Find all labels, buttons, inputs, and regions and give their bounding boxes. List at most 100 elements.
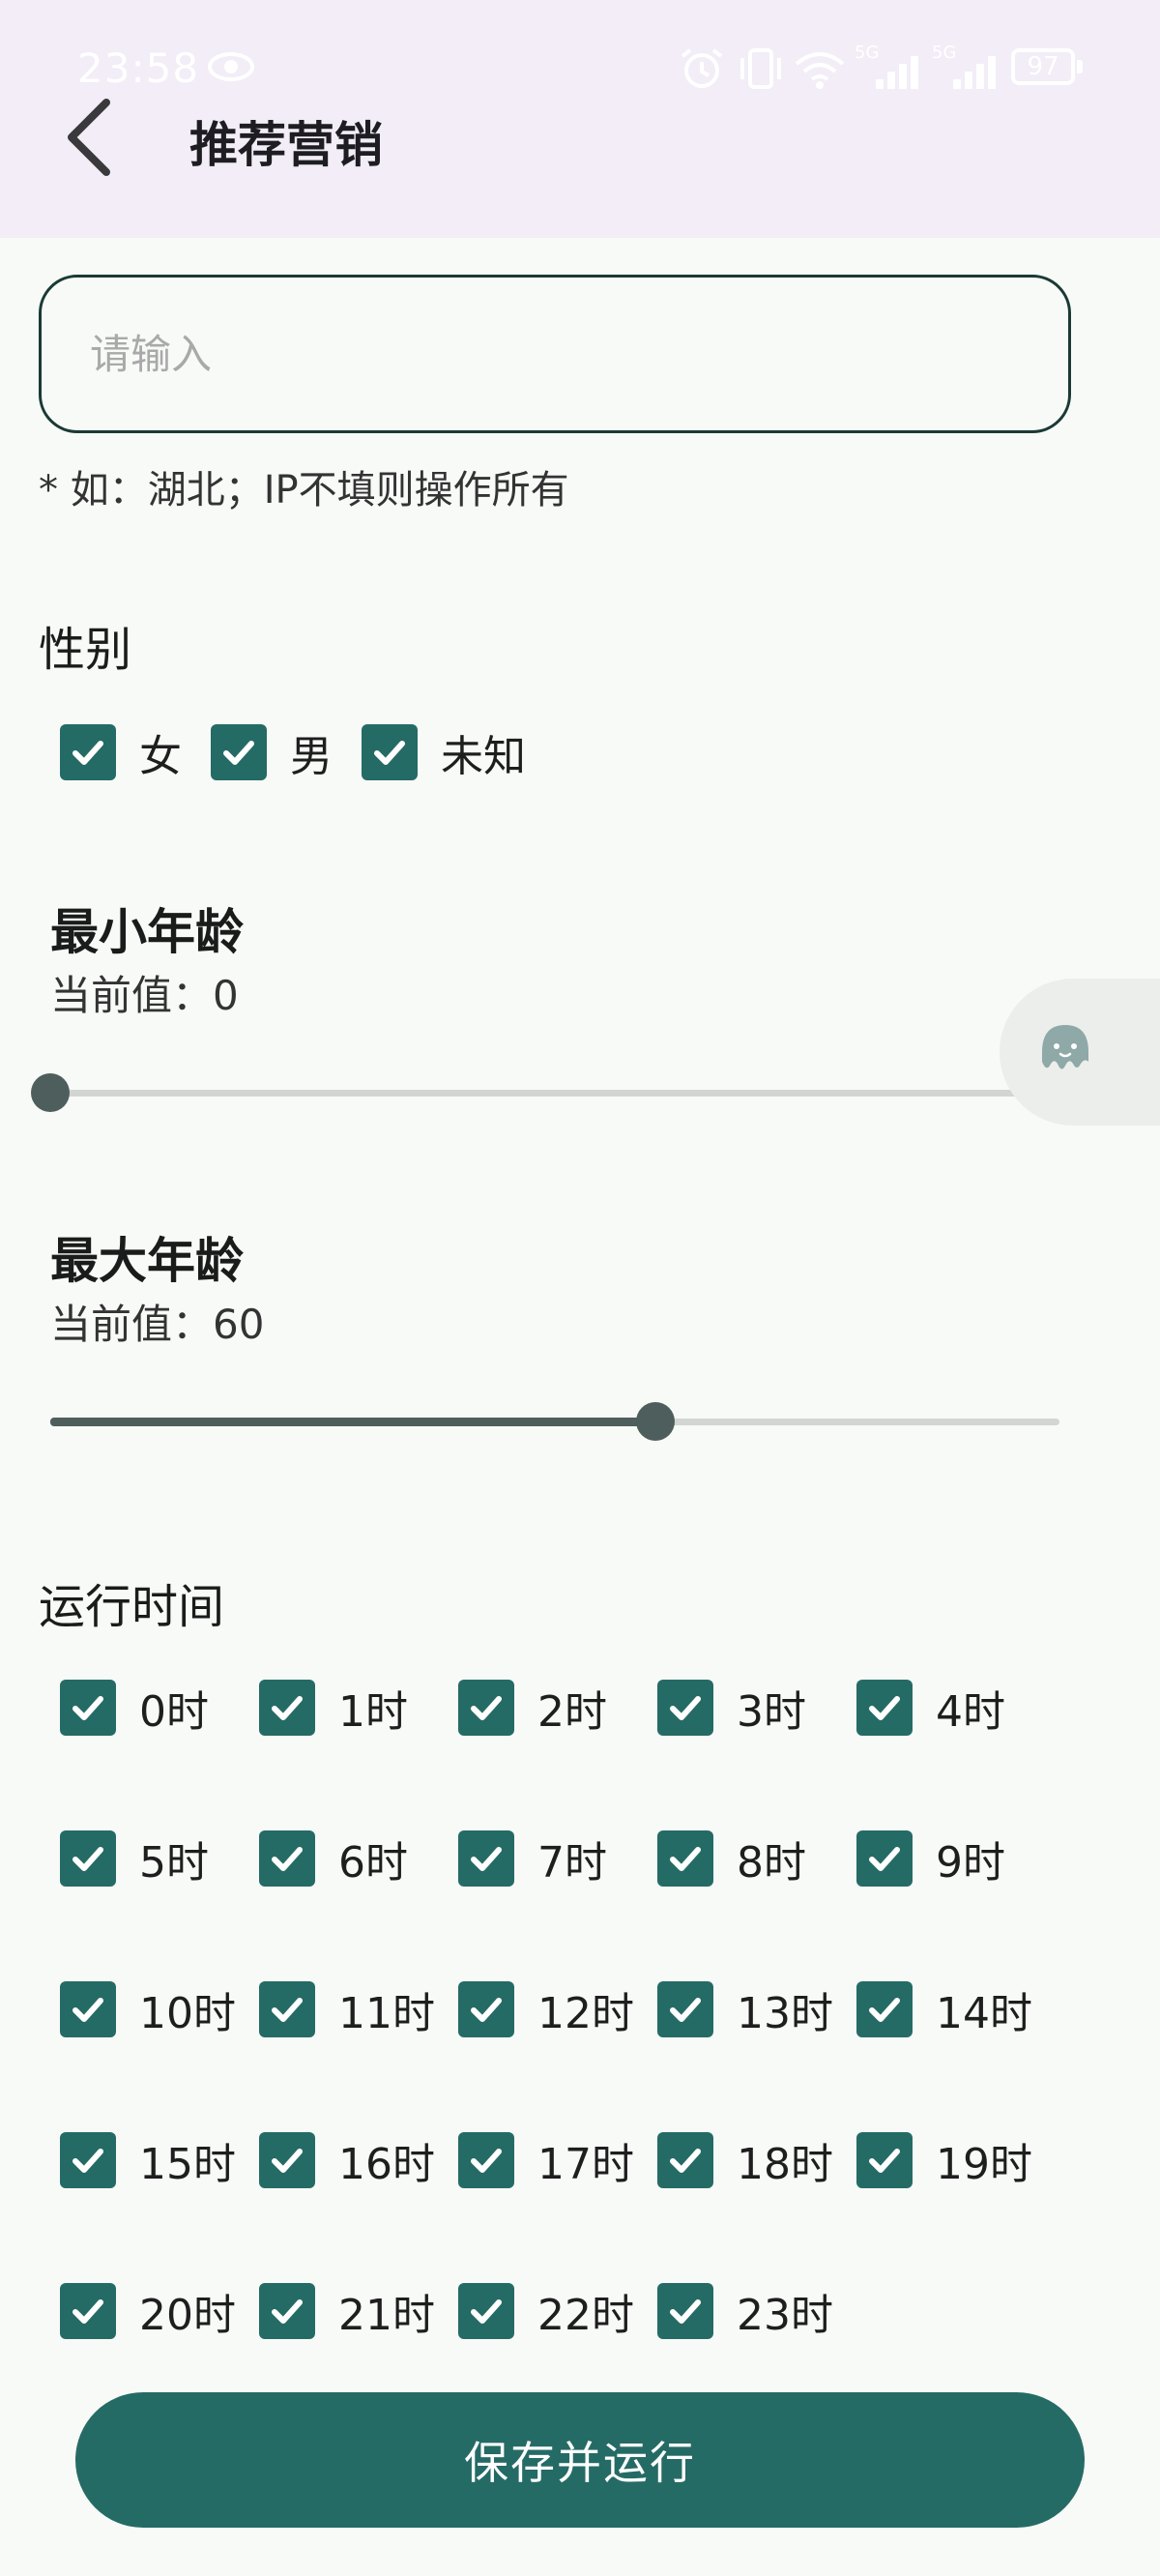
checkbox[interactable] bbox=[657, 1680, 713, 1736]
gender-option-unknown[interactable]: 未知 bbox=[362, 721, 526, 783]
check-icon bbox=[272, 2149, 303, 2173]
check-icon bbox=[471, 2299, 502, 2324]
gender-title: 性别 bbox=[39, 623, 132, 677]
hour-option[interactable]: 19时 bbox=[856, 2129, 1032, 2191]
floating-assistant-button[interactable] bbox=[1000, 979, 1160, 1126]
vibrate-icon bbox=[740, 48, 781, 89]
checkbox-label: 17时 bbox=[537, 2140, 634, 2189]
checkbox[interactable] bbox=[458, 2132, 514, 2188]
check-icon bbox=[670, 1998, 701, 2022]
checkbox[interactable] bbox=[60, 2283, 116, 2339]
battery-icon: 97 bbox=[1011, 48, 1085, 87]
min-age-slider[interactable] bbox=[31, 1064, 1059, 1122]
hour-option[interactable]: 1时 bbox=[259, 1677, 408, 1739]
checkbox[interactable] bbox=[259, 1830, 315, 1887]
hour-option[interactable]: 6时 bbox=[259, 1828, 408, 1889]
checkbox-label: 5时 bbox=[139, 1838, 209, 1888]
hour-option[interactable]: 0时 bbox=[60, 1677, 209, 1739]
checkbox[interactable] bbox=[856, 2132, 913, 2188]
checkbox-label: 18时 bbox=[737, 2140, 833, 2189]
checkbox[interactable] bbox=[259, 2283, 315, 2339]
hour-option[interactable]: 20时 bbox=[60, 2280, 236, 2342]
hour-option[interactable]: 9时 bbox=[856, 1828, 1005, 1889]
checkbox-label: 8时 bbox=[737, 1838, 806, 1888]
hour-option[interactable]: 13时 bbox=[657, 1978, 833, 2040]
checkbox[interactable] bbox=[657, 2283, 713, 2339]
gender-option-female[interactable]: 女 bbox=[60, 721, 182, 783]
gender-option-male[interactable]: 男 bbox=[211, 721, 333, 783]
checkbox[interactable] bbox=[458, 2283, 514, 2339]
checkbox-label: 22时 bbox=[537, 2291, 634, 2340]
hour-option[interactable]: 2时 bbox=[458, 1677, 607, 1739]
checkbox-label: 男 bbox=[290, 732, 333, 781]
hour-option[interactable]: 16时 bbox=[259, 2129, 435, 2191]
hour-option[interactable]: 14时 bbox=[856, 1978, 1032, 2040]
region-input[interactable] bbox=[39, 275, 1071, 433]
hour-option[interactable]: 4时 bbox=[856, 1677, 1005, 1739]
checkbox[interactable] bbox=[259, 1680, 315, 1736]
slider-thumb[interactable] bbox=[636, 1402, 675, 1441]
checkbox[interactable] bbox=[60, 1981, 116, 2037]
check-icon bbox=[272, 1998, 303, 2022]
checkbox[interactable] bbox=[259, 2132, 315, 2188]
checkbox[interactable] bbox=[211, 724, 267, 780]
hour-option[interactable]: 5时 bbox=[60, 1828, 209, 1889]
hour-option[interactable]: 21时 bbox=[259, 2280, 435, 2342]
checkbox-label: 10时 bbox=[139, 1989, 236, 2038]
hour-option[interactable]: 3时 bbox=[657, 1677, 806, 1739]
save-and-run-button[interactable]: 保存并运行 bbox=[75, 2392, 1085, 2528]
hour-option[interactable]: 23时 bbox=[657, 2280, 833, 2342]
max-age-slider[interactable] bbox=[50, 1392, 1059, 1450]
hour-option[interactable]: 12时 bbox=[458, 1978, 634, 2040]
hour-option[interactable]: 8时 bbox=[657, 1828, 806, 1889]
eye-icon bbox=[207, 50, 255, 87]
hour-option[interactable]: 15时 bbox=[60, 2129, 236, 2191]
check-icon bbox=[72, 741, 103, 765]
checkbox[interactable] bbox=[60, 2132, 116, 2188]
checkbox[interactable] bbox=[856, 1981, 913, 2037]
checkbox[interactable] bbox=[60, 1830, 116, 1887]
checkbox[interactable] bbox=[458, 1981, 514, 2037]
hour-option[interactable]: 11时 bbox=[259, 1978, 435, 2040]
page-title: 推荐营销 bbox=[189, 117, 383, 173]
min-age-title: 最小年龄 bbox=[50, 904, 244, 960]
checkbox-label: 6时 bbox=[338, 1838, 408, 1888]
check-icon bbox=[869, 1847, 900, 1871]
hour-option[interactable]: 17时 bbox=[458, 2129, 634, 2191]
hour-option[interactable]: 10时 bbox=[60, 1978, 236, 2040]
check-icon bbox=[869, 2149, 900, 2173]
check-icon bbox=[272, 1847, 303, 1871]
hour-option[interactable]: 7时 bbox=[458, 1828, 607, 1889]
checkbox[interactable] bbox=[60, 1680, 116, 1736]
signal-icon-2: 5G bbox=[932, 43, 1003, 91]
checkbox[interactable] bbox=[259, 1981, 315, 2037]
checkbox-label: 16时 bbox=[338, 2140, 435, 2189]
checkbox-label: 12时 bbox=[537, 1989, 634, 2038]
slider-thumb[interactable] bbox=[31, 1073, 70, 1112]
check-icon bbox=[471, 2149, 502, 2173]
signal-icon-1: 5G bbox=[855, 43, 926, 91]
back-button[interactable] bbox=[48, 89, 135, 186]
checkbox[interactable] bbox=[657, 2132, 713, 2188]
checkbox[interactable] bbox=[362, 724, 418, 780]
check-icon bbox=[670, 1847, 701, 1871]
check-icon bbox=[471, 1998, 502, 2022]
checkbox-label: 13时 bbox=[737, 1989, 833, 2038]
check-icon bbox=[72, 1696, 103, 1720]
hour-option[interactable]: 18时 bbox=[657, 2129, 833, 2191]
check-icon bbox=[72, 1998, 103, 2022]
check-icon bbox=[471, 1847, 502, 1871]
region-hint: * 如：湖北；IP不填则操作所有 bbox=[39, 468, 569, 512]
checkbox[interactable] bbox=[856, 1680, 913, 1736]
check-icon bbox=[670, 2299, 701, 2324]
checkbox[interactable] bbox=[458, 1830, 514, 1887]
checkbox[interactable] bbox=[657, 1830, 713, 1887]
checkbox[interactable] bbox=[458, 1680, 514, 1736]
checkbox[interactable] bbox=[856, 1830, 913, 1887]
checkbox[interactable] bbox=[60, 724, 116, 780]
hour-option[interactable]: 22时 bbox=[458, 2280, 634, 2342]
check-icon bbox=[72, 1847, 103, 1871]
status-time: 23:58 bbox=[77, 44, 200, 92]
chevron-left-icon bbox=[68, 99, 110, 176]
checkbox[interactable] bbox=[657, 1981, 713, 2037]
